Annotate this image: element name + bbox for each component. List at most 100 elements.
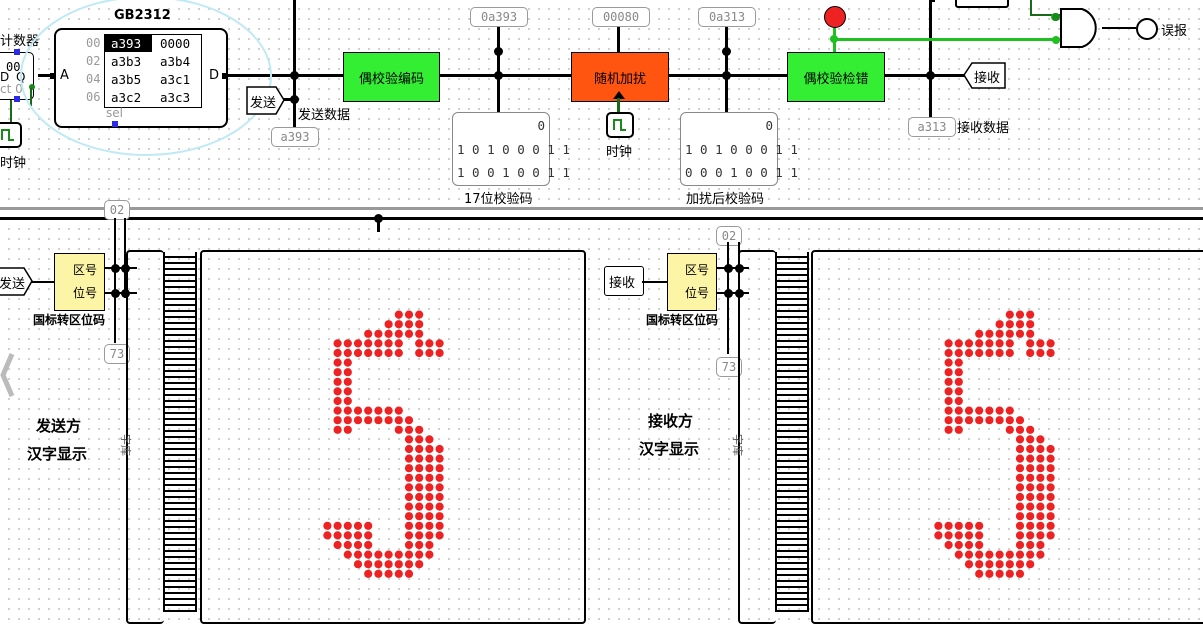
led-dot <box>934 521 943 530</box>
counter-ct: ct 0 <box>0 82 23 96</box>
led-dot <box>954 550 963 559</box>
recv-top-probe: 0a313 <box>698 7 756 27</box>
gb2312-sel: sel <box>106 106 123 120</box>
top-right-component <box>955 0 1009 8</box>
led-dot <box>944 425 953 434</box>
led-dot <box>364 540 373 550</box>
led-dot <box>985 329 994 338</box>
gb-cell[interactable]: 0000 <box>160 36 190 51</box>
led-dot <box>1026 483 1035 492</box>
led-dot <box>1015 454 1025 463</box>
led-dot <box>1026 320 1035 329</box>
gb-cell[interactable]: a3c3 <box>160 90 190 105</box>
led-dot <box>985 550 994 559</box>
led-dot <box>343 387 352 396</box>
led-dot <box>404 483 414 492</box>
led-dot <box>985 406 994 415</box>
led-dot <box>944 358 953 367</box>
clock-wave-icon <box>1 129 14 141</box>
top-right-wire <box>932 0 935 2</box>
led-dot <box>1026 492 1035 502</box>
receiver-recv-tag-label: 接收 <box>609 276 636 291</box>
sender-caption-2: 汉字显示 <box>27 445 88 463</box>
noise-top-probe: 00080 <box>592 7 650 27</box>
led-dot <box>1005 310 1014 319</box>
led-dot <box>415 425 424 434</box>
gb-cell[interactable]: a3b5 <box>111 72 141 87</box>
led-dot <box>415 329 424 338</box>
check-noise-top: 0 <box>765 118 773 133</box>
gb2312-title: GB2312 <box>114 8 171 23</box>
receiver-led-matrix <box>934 310 1055 578</box>
led-dot <box>333 387 342 396</box>
led-dot <box>1005 329 1014 338</box>
clock-icon-left[interactable] <box>0 122 22 148</box>
gb-cell-selected[interactable]: a393 <box>111 36 141 51</box>
led-dot <box>364 560 373 569</box>
send-tag-label: 发送 <box>250 96 277 111</box>
led-dot <box>425 435 434 444</box>
led-dot <box>1046 454 1055 463</box>
led-dot <box>995 348 1004 358</box>
led-dot <box>425 348 434 358</box>
led-dot <box>1046 502 1055 511</box>
checker-block[interactable]: 偶校验检错 <box>787 52 885 102</box>
led-dot <box>1005 320 1014 329</box>
led-dot <box>404 492 414 502</box>
gb-cell[interactable]: a3b4 <box>160 54 190 69</box>
led-dot <box>394 320 403 329</box>
led-dot <box>353 416 363 425</box>
led-dot <box>1015 531 1025 540</box>
led-dot <box>1026 339 1035 348</box>
led-dot <box>425 339 434 348</box>
gb-cell[interactable]: a3c1 <box>160 72 190 87</box>
led-dot <box>954 368 963 377</box>
led-dot <box>1005 416 1014 425</box>
led-dot <box>1036 550 1045 559</box>
led-dot <box>1046 521 1055 530</box>
led-dot <box>1015 492 1025 502</box>
gb-cell[interactable]: a3c2 <box>111 90 141 105</box>
gb-cell[interactable]: a3b3 <box>111 54 141 69</box>
led-dot <box>1026 425 1035 434</box>
led-dot <box>353 560 363 569</box>
led-dot <box>954 396 963 406</box>
led-dot <box>1036 483 1045 492</box>
sender-zone-label: 区号 <box>73 263 98 277</box>
led-dot <box>425 512 434 521</box>
check17-top: 0 <box>537 118 545 133</box>
led-dot <box>425 483 434 492</box>
and-gate-icon[interactable] <box>1060 8 1106 48</box>
led-dot <box>333 425 342 434</box>
led-dot <box>954 531 963 540</box>
led-dot <box>1036 348 1045 358</box>
led-dot <box>415 339 424 348</box>
receiver-pos-label: 位号 <box>685 286 710 300</box>
led-dot <box>404 454 414 463</box>
encoder-block[interactable]: 偶校验编码 <box>343 52 440 102</box>
chevron-left-icon[interactable] <box>0 352 16 398</box>
led-dot <box>343 406 352 415</box>
led-dot <box>964 560 974 569</box>
led-dot <box>343 358 352 367</box>
led-dot <box>374 550 383 559</box>
led-dot <box>384 406 393 415</box>
led-dot <box>425 531 434 540</box>
led-dot <box>964 339 974 348</box>
led-dot <box>944 540 953 550</box>
led-dot <box>415 521 424 530</box>
led-dot <box>404 425 414 434</box>
led-dot <box>374 416 383 425</box>
led-dot <box>333 540 342 550</box>
led-dot <box>323 531 332 540</box>
led-dot <box>364 416 373 425</box>
clock-icon-middle[interactable] <box>606 112 634 138</box>
led-dot <box>1015 560 1025 569</box>
led-dot <box>374 329 383 338</box>
led-dot <box>394 569 403 578</box>
led-dot <box>954 416 963 425</box>
led-dot <box>985 560 994 569</box>
led-dot <box>343 540 352 550</box>
sender-pos-label: 位号 <box>73 286 98 300</box>
led-dot <box>944 339 953 348</box>
